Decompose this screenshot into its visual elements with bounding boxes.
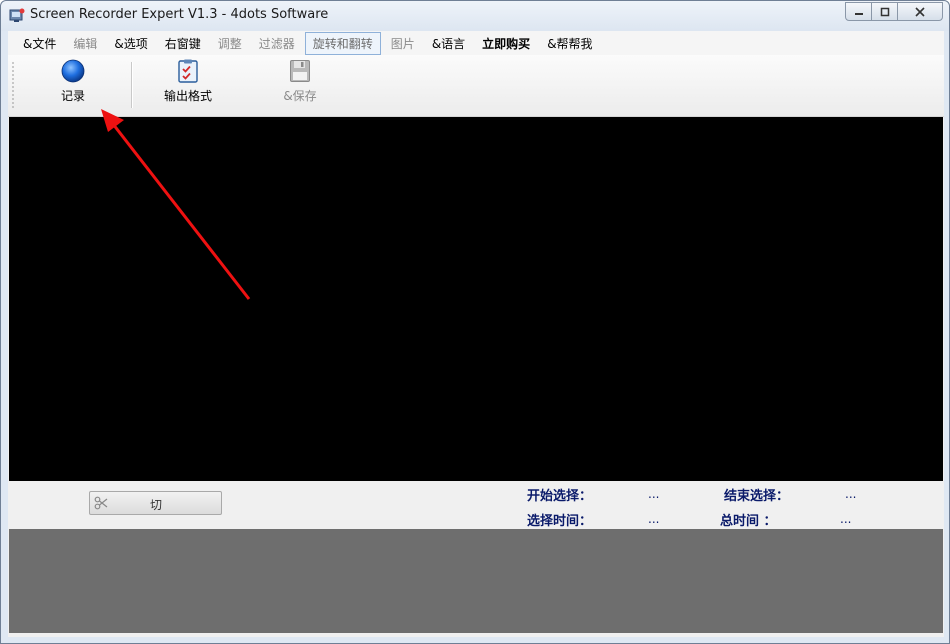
total-time-label: 总时间 ：	[720, 514, 777, 529]
output-format-label: 输出格式	[163, 89, 212, 103]
menu-bar: &文件 编辑 &选项 右窗键 调整 过滤器 旋转和翻转 图片 &语言 立即购买 …	[8, 31, 944, 55]
record-label: 记录	[60, 89, 85, 103]
toolbar: 记录 输出格式 &保存	[8, 55, 944, 117]
end-selection-value: ...	[845, 487, 857, 501]
menu-file[interactable]: &文件	[16, 33, 63, 54]
screen-recorder-icon	[9, 8, 25, 22]
record-button[interactable]: 记录	[48, 59, 98, 111]
maximize-icon	[880, 7, 889, 16]
title-bar[interactable]: Screen Recorder Expert V1.3 - 4dots Soft…	[1, 1, 949, 31]
output-format-button[interactable]: 输出格式	[158, 59, 218, 111]
end-selection-label: 结束选择：	[724, 489, 790, 504]
selection-panel: 切 开始选择： ... 结束选择： ... 选择时间： ... 总时间 ： ..…	[9, 481, 943, 529]
maximize-button[interactable]	[871, 2, 898, 21]
menu-edit[interactable]: 编辑	[66, 33, 104, 54]
menu-options[interactable]: &选项	[107, 33, 154, 54]
floppy-disk-icon	[290, 60, 310, 82]
close-button[interactable]	[897, 2, 943, 21]
selection-time-label: 选择时间：	[527, 514, 593, 529]
start-selection-value: ...	[648, 487, 660, 501]
cut-button[interactable]: 切	[89, 491, 222, 515]
minimize-button[interactable]	[845, 2, 872, 21]
toolbar-separator	[131, 62, 132, 108]
menu-buy-now[interactable]: 立即购买	[475, 33, 537, 54]
start-selection-label: 开始选择：	[527, 489, 593, 504]
close-icon	[915, 6, 925, 17]
window-title: Screen Recorder Expert V1.3 - 4dots Soft…	[30, 7, 329, 22]
toolbar-grip[interactable]	[12, 61, 14, 109]
scissors-icon	[94, 496, 108, 510]
cut-label: 切	[150, 498, 163, 512]
menu-adjust[interactable]: 调整	[211, 33, 249, 54]
timeline-area	[9, 529, 943, 633]
menu-language[interactable]: &语言	[425, 33, 472, 54]
total-time-value: ...	[840, 512, 852, 526]
client-area: &文件 编辑 &选项 右窗键 调整 过滤器 旋转和翻转 图片 &语言 立即购买 …	[8, 31, 944, 637]
minimize-icon	[854, 12, 863, 15]
blue-circle-icon	[61, 59, 85, 83]
save-button[interactable]: &保存	[276, 59, 324, 111]
selection-time-value: ...	[648, 512, 660, 526]
video-preview[interactable]	[9, 117, 943, 481]
menu-help[interactable]: &帮帮我	[540, 33, 599, 54]
menu-context-menu[interactable]: 右窗键	[158, 33, 208, 54]
menu-rotate-flip[interactable]: 旋转和翻转	[304, 31, 381, 55]
menu-images[interactable]: 图片	[384, 33, 422, 54]
checklist-icon	[178, 59, 198, 83]
menu-filters[interactable]: 过滤器	[252, 33, 302, 54]
app-window: Screen Recorder Expert V1.3 - 4dots Soft…	[0, 0, 950, 644]
save-label: &保存	[283, 89, 317, 103]
